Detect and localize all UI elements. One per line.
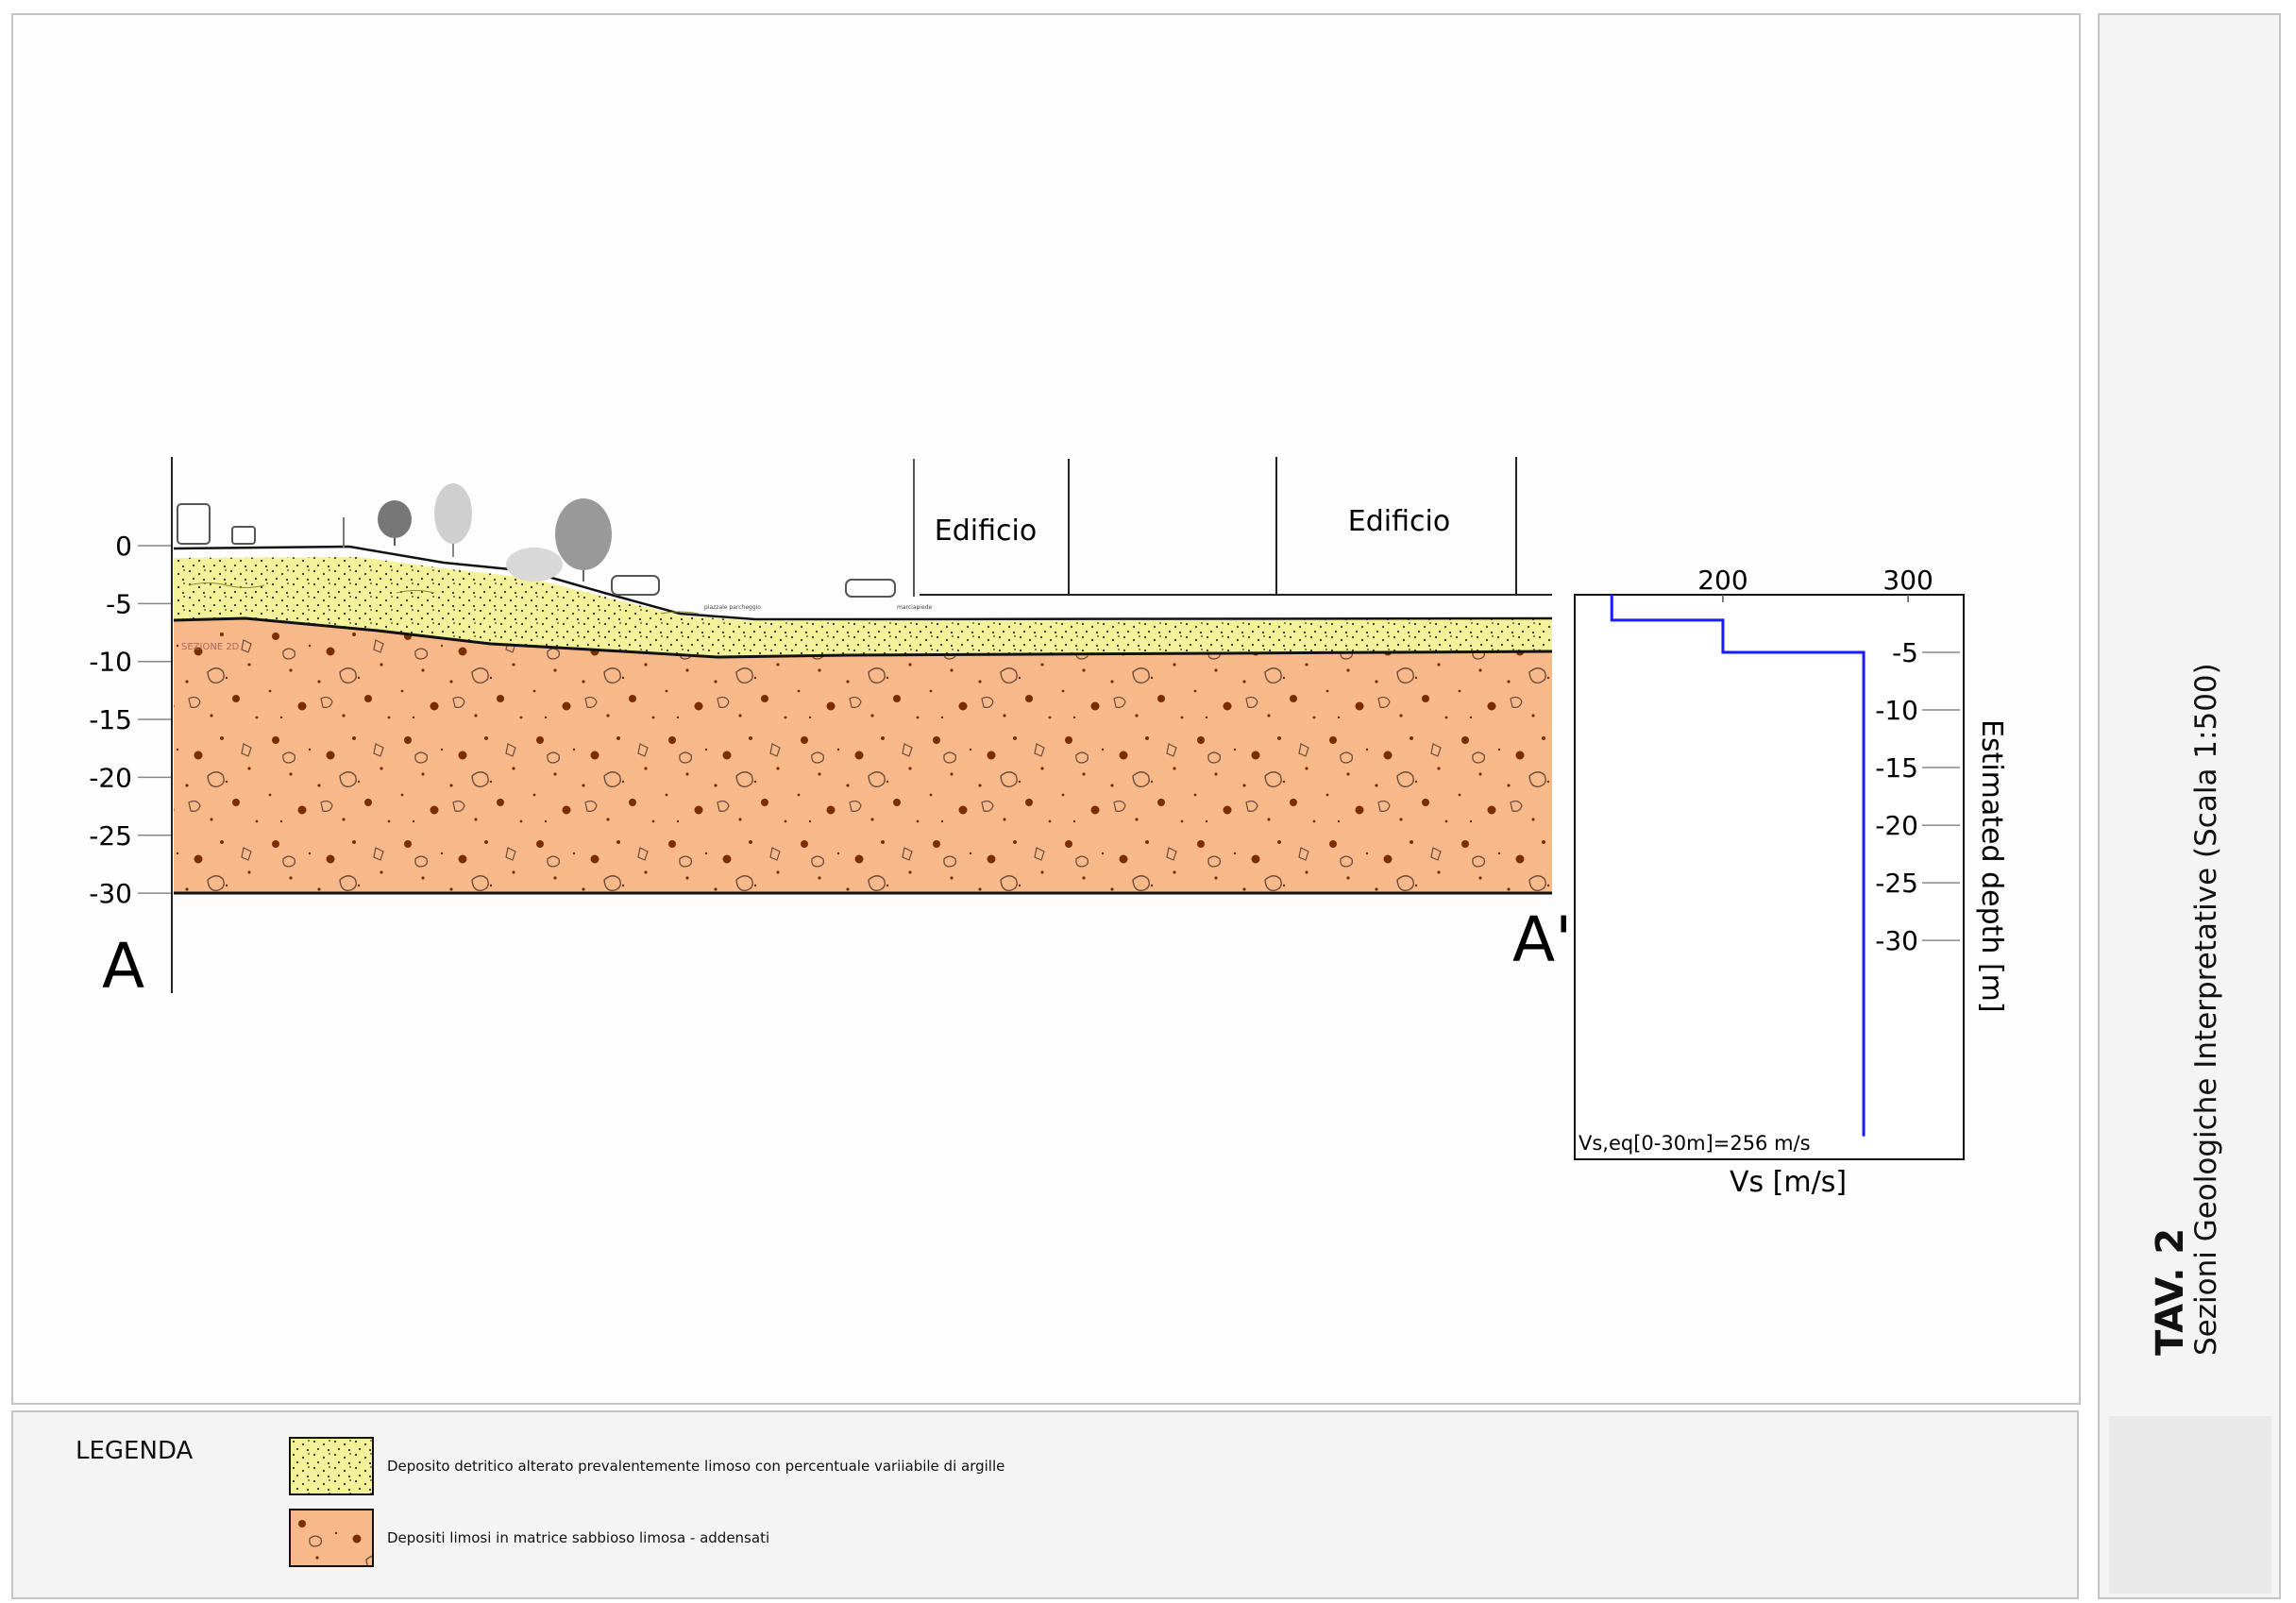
depth-tick-label: -15: [89, 704, 132, 735]
vs-profile-chart: 200 300 -5 -10 -15 -20 -25 -30 Vs,eq[0-30m]=25…: [1574, 565, 2008, 1199]
sidewalk-label: marciapiede: [897, 604, 932, 611]
plate-number: TAV. 2: [2149, 1227, 2192, 1356]
title-block-text: TAV. 2 Sezioni Geologiche Interpretative…: [2149, 663, 2224, 1356]
legend-title: LEGENDA: [76, 1437, 194, 1465]
car-icon: [845, 579, 896, 598]
depth-tick-label: -5: [106, 588, 132, 619]
geological-section-drawing: 0 -5 -10 -15 -20 -25 -30 piazzale parcheggio m…: [89, 457, 2008, 1199]
car-icon: [231, 526, 256, 545]
legend-swatch-yellow: [289, 1437, 374, 1495]
legend-item-yellow-label: Deposito detritico alterato prevalenteme…: [387, 1458, 1005, 1475]
vs-y-axis-label: Estimated depth [m]: [1975, 719, 2008, 1013]
tree-icon: [378, 500, 412, 546]
depth-axis: 0 -5 -10 -15 -20 -25 -30: [89, 531, 172, 909]
depth-tick-label: -30: [89, 878, 132, 909]
vs-x-tick-label: 200: [1697, 565, 1747, 596]
building-label: Edificio: [1348, 505, 1450, 538]
depth-tick-label: -25: [89, 820, 132, 852]
depth-tick-label: -20: [89, 762, 132, 793]
vs-y-tick-label: -20: [1875, 810, 1918, 841]
bus-icon: [177, 503, 211, 545]
car-icon: [611, 575, 660, 596]
vs-x-axis-label: Vs [m/s]: [1730, 1166, 1847, 1199]
buildings: Edificio Edificio: [920, 457, 1552, 596]
parking-label: piazzale parcheggio: [704, 604, 761, 611]
tree-icon: [434, 483, 472, 557]
vs-eq-annotation: Vs,eq[0-30m]=256 m/s: [1578, 1132, 1811, 1155]
section-watermark-label: SEZIONE 2D: [181, 642, 240, 652]
depth-tick-label: -10: [89, 647, 132, 678]
section-end-label: A': [1512, 903, 1572, 976]
vs-y-tick-label: -15: [1875, 752, 1918, 784]
section-start-label: A: [102, 930, 144, 1003]
tree-icon: [555, 498, 612, 582]
vs-y-tick-label: -10: [1875, 695, 1918, 726]
vs-x-tick-label: 300: [1882, 565, 1933, 596]
legend-swatch-orange: [289, 1509, 374, 1567]
plate-subtitle: Sezioni Geologiche Interpretative (Scala…: [2189, 663, 2224, 1356]
vs-y-tick-label: -30: [1875, 925, 1918, 956]
vs-y-tick-label: -5: [1892, 637, 1918, 668]
orange-layer-fill: [174, 618, 1552, 893]
vs-y-tick-label: -25: [1875, 868, 1918, 899]
legend-item-orange-label: Depositi limosi in matrice sabbioso limo…: [387, 1529, 770, 1546]
building-label: Edificio: [935, 515, 1037, 548]
shrub-icon: [506, 548, 563, 582]
depth-tick-label: 0: [115, 531, 132, 562]
